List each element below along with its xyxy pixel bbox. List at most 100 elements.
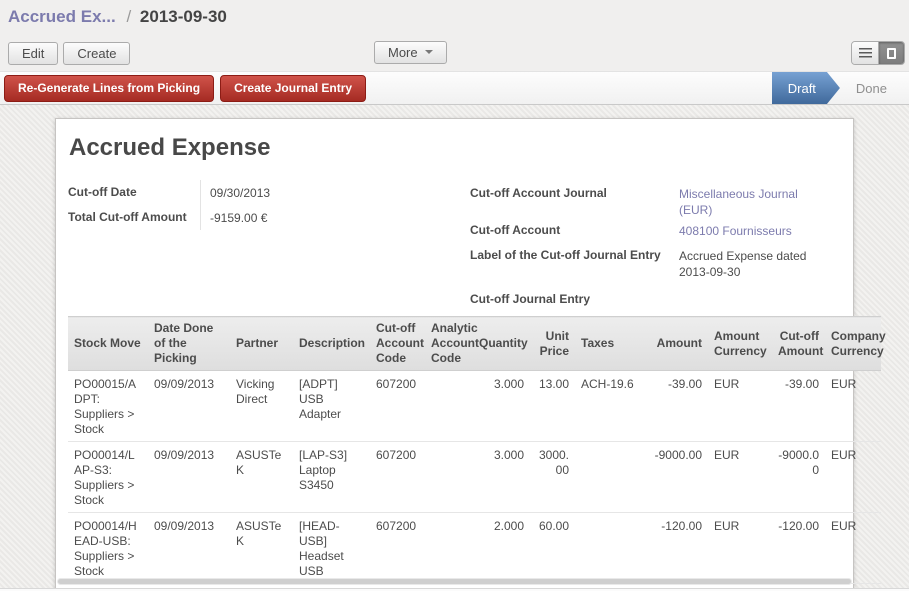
table-cell bbox=[425, 513, 473, 584]
field-label: Total Cut-off Amount bbox=[68, 205, 200, 230]
form-title: Accrued Expense bbox=[69, 134, 270, 162]
field-value-link[interactable]: Miscellaneous Journal (EUR) bbox=[679, 187, 798, 217]
table-cell: -9000.00 bbox=[772, 442, 825, 513]
table-cell: PO00015/ADPT: Suppliers > Stock bbox=[68, 371, 148, 442]
breadcrumb: Accrued Ex... / 2013-09-30 bbox=[8, 6, 227, 28]
breadcrumb-separator: / bbox=[126, 7, 131, 26]
workflow-buttons: Re-Generate Lines from Picking Create Jo… bbox=[4, 72, 366, 104]
field-row: Cut-off Journal Entry bbox=[470, 287, 850, 312]
field-value: 09/30/2013 bbox=[200, 180, 320, 205]
chevron-down-icon bbox=[425, 50, 433, 58]
more-button[interactable]: More bbox=[374, 41, 447, 64]
table-cell: Vicking Direct bbox=[230, 371, 293, 442]
horizontal-scrollbar-thumb[interactable] bbox=[58, 579, 851, 584]
table-cell: PO00014/HEAD-USB: Suppliers > Stock bbox=[68, 513, 148, 584]
field-row: Total Cut-off Amount-9159.00 € bbox=[68, 205, 398, 230]
top-toolbar: Accrued Ex... / 2013-09-30 Edit Create M… bbox=[0, 0, 909, 71]
edit-button[interactable]: Edit bbox=[8, 42, 58, 65]
column-header: Amount bbox=[645, 317, 708, 371]
breadcrumb-current: 2013-09-30 bbox=[140, 7, 227, 26]
field-value: -9159.00 € bbox=[200, 205, 320, 230]
table-cell: 13.00 bbox=[530, 371, 575, 442]
table-cell: [LAP-S3] Laptop S3450 bbox=[293, 442, 370, 513]
table-row[interactable]: PO00015/ADPT: Suppliers > Stock09/09/201… bbox=[68, 371, 881, 442]
table-cell: -120.00 bbox=[772, 513, 825, 584]
form-icon bbox=[887, 48, 896, 59]
field-row: Cut-off Account408100 Fournisseurs bbox=[470, 218, 850, 243]
list-icon bbox=[859, 48, 872, 58]
column-header: Company Currency bbox=[825, 317, 881, 371]
field-row: Cut-off Date09/30/2013 bbox=[68, 180, 398, 205]
form-header: Re-Generate Lines from Picking Create Jo… bbox=[0, 71, 909, 105]
table-cell: EUR bbox=[825, 513, 881, 584]
table-cell: -39.00 bbox=[645, 371, 708, 442]
table-cell: PO00014/LAP-S3: Suppliers > Stock bbox=[68, 442, 148, 513]
column-header: Partner bbox=[230, 317, 293, 371]
table-cell: [ADPT] USB Adapter bbox=[293, 371, 370, 442]
list-view-button[interactable] bbox=[852, 42, 878, 64]
column-header: Description bbox=[293, 317, 370, 371]
horizontal-scrollbar bbox=[57, 578, 852, 585]
statusbar: DraftDone bbox=[772, 72, 909, 104]
accrued-expense-window: Accrued Ex... / 2013-09-30 Edit Create M… bbox=[0, 0, 909, 591]
table-row[interactable]: PO00014/HEAD-USB: Suppliers > Stock09/09… bbox=[68, 513, 881, 584]
table-cell: EUR bbox=[708, 442, 772, 513]
table-cell: -39.00 bbox=[772, 371, 825, 442]
field-value bbox=[670, 287, 679, 312]
column-header: Stock Move bbox=[68, 317, 148, 371]
table-cell: 60.00 bbox=[530, 513, 575, 584]
table-cell: EUR bbox=[708, 371, 772, 442]
field-group-left: Cut-off Date09/30/2013Total Cut-off Amou… bbox=[68, 180, 398, 230]
field-label: Cut-off Journal Entry bbox=[470, 287, 670, 312]
field-value: 408100 Fournisseurs bbox=[670, 218, 792, 243]
view-switcher bbox=[851, 41, 905, 65]
table-cell: 09/09/2013 bbox=[148, 371, 230, 442]
table-row[interactable]: PO00014/LAP-S3: Suppliers > Stock09/09/2… bbox=[68, 442, 881, 513]
create-journal-entry-button[interactable]: Create Journal Entry bbox=[220, 75, 366, 102]
field-label: Cut-off Date bbox=[68, 180, 200, 205]
regenerate-lines-button[interactable]: Re-Generate Lines from Picking bbox=[4, 75, 214, 102]
table-cell: ASUSTeK bbox=[230, 442, 293, 513]
form-view-area: Accrued Expense Cut-off Date09/30/2013To… bbox=[0, 105, 909, 591]
form-view-button[interactable] bbox=[878, 42, 904, 64]
table-cell: 607200 bbox=[370, 371, 425, 442]
table-cell: [HEAD-USB] Headset USB bbox=[293, 513, 370, 584]
column-header: Cut-off Account Code bbox=[370, 317, 425, 371]
more-menu: More bbox=[374, 41, 447, 64]
field-value: Accrued Expense dated 2013-09-30 bbox=[670, 243, 820, 280]
table-header-row: Stock MoveDate Done of the PickingPartne… bbox=[68, 317, 881, 371]
column-header: Taxes bbox=[575, 317, 645, 371]
table-cell: EUR bbox=[708, 513, 772, 584]
column-header: Amount Currency bbox=[708, 317, 772, 371]
table-cell bbox=[425, 442, 473, 513]
column-header: Unit Price bbox=[530, 317, 575, 371]
table-cell bbox=[425, 371, 473, 442]
column-header: Quantity bbox=[473, 317, 530, 371]
table-cell: EUR bbox=[825, 442, 881, 513]
table-cell: 2.000 bbox=[473, 513, 530, 584]
statusbar-state-done: Done bbox=[842, 72, 909, 104]
table-cell: 3000.00 bbox=[530, 442, 575, 513]
create-button[interactable]: Create bbox=[63, 42, 130, 65]
cutoff-lines-table: Stock MoveDate Done of the PickingPartne… bbox=[68, 316, 881, 584]
more-button-label: More bbox=[388, 45, 418, 60]
table-cell: -120.00 bbox=[645, 513, 708, 584]
field-row: Label of the Cut-off Journal EntryAccrue… bbox=[470, 243, 850, 280]
table-cell: 09/09/2013 bbox=[148, 442, 230, 513]
statusbar-state-draft: Draft bbox=[772, 72, 840, 104]
field-label: Label of the Cut-off Journal Entry bbox=[470, 243, 670, 280]
table-cell: 607200 bbox=[370, 442, 425, 513]
table-cell: EUR bbox=[825, 371, 881, 442]
field-value: Miscellaneous Journal (EUR) bbox=[670, 181, 820, 218]
field-row: Cut-off Account Journal Miscellaneous Jou… bbox=[470, 181, 850, 218]
field-group-right: Cut-off Account Journal Miscellaneous Jou… bbox=[470, 181, 850, 312]
field-value-link[interactable]: 408100 Fournisseurs bbox=[679, 224, 792, 238]
field-label: Cut-off Account Journal bbox=[470, 181, 670, 218]
column-header: Cut-off Amount bbox=[772, 317, 825, 371]
breadcrumb-parent-link[interactable]: Accrued Ex... bbox=[8, 7, 116, 26]
record-actions: Edit Create bbox=[8, 42, 130, 65]
table-cell: 3.000 bbox=[473, 442, 530, 513]
table-cell bbox=[575, 442, 645, 513]
table-cell: -9000.00 bbox=[645, 442, 708, 513]
column-header: Analytic Account Code bbox=[425, 317, 473, 371]
